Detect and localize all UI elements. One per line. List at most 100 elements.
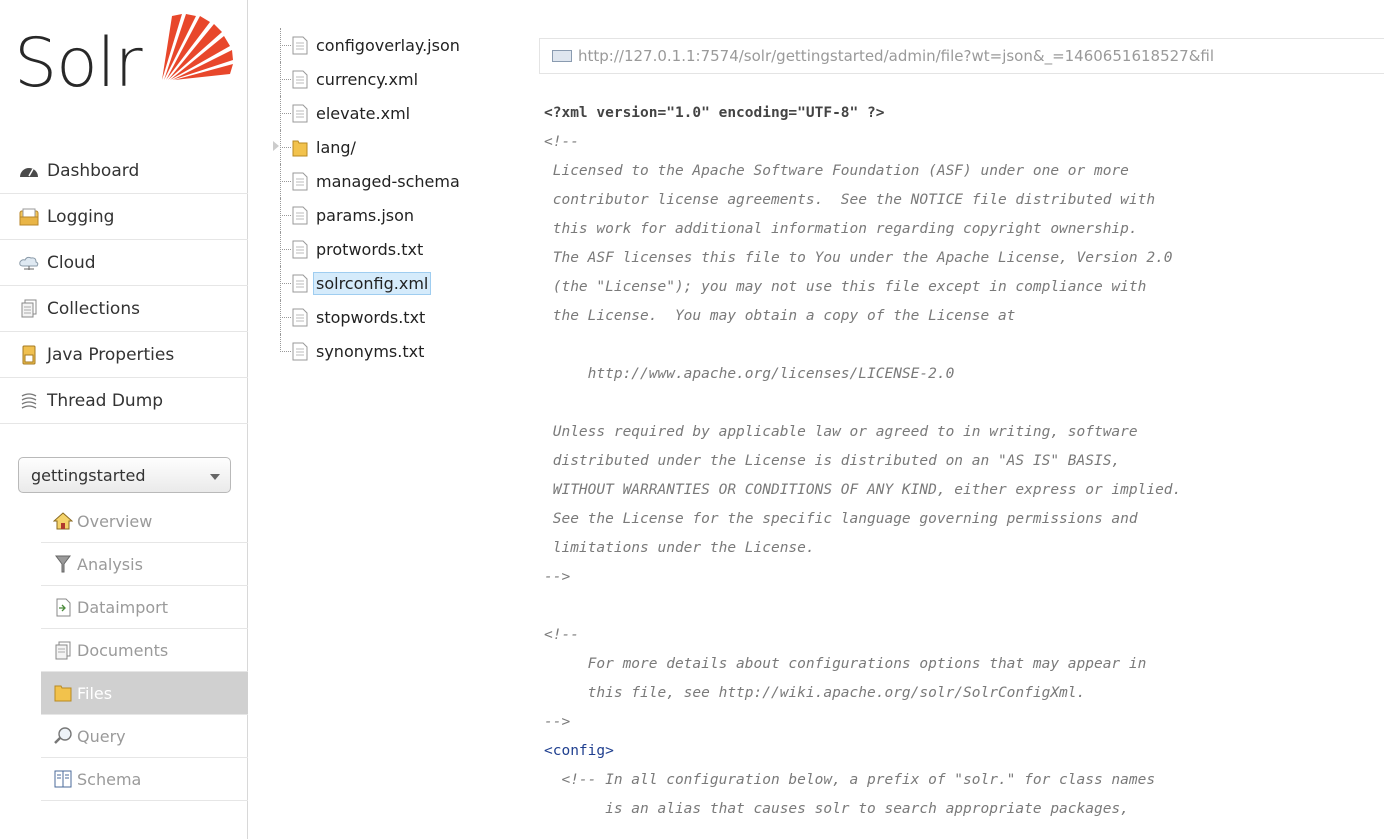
tree-connector: [280, 283, 281, 300]
core-nav-documents[interactable]: Documents: [41, 629, 248, 672]
nav-thread-dump[interactable]: Thread Dump: [0, 378, 248, 424]
tree-item-stopwords[interactable]: stopwords.txt: [270, 300, 510, 334]
file-content-viewer: <?xml version="1.0" encoding="UTF-8" ?> <…: [544, 99, 1374, 824]
nav-logging[interactable]: Logging: [0, 194, 248, 240]
tree-item-label: configoverlay.json: [316, 35, 460, 55]
code-line: <config>: [544, 743, 614, 759]
tree-connector: [280, 130, 291, 148]
tree-item-solrconfig[interactable]: solrconfig.xml: [270, 266, 510, 300]
tree-item-managed-schema[interactable]: managed-schema: [270, 164, 510, 198]
code-line: (the "License"); you may not use this fi…: [544, 279, 1147, 295]
core-nav-schema[interactable]: Schema: [41, 758, 248, 801]
link-icon: [552, 50, 572, 62]
folder-icon: [292, 140, 308, 156]
file-icon: [292, 274, 308, 292]
nav-collections[interactable]: Collections: [0, 286, 248, 332]
code-line: The ASF licenses this file to You under …: [544, 250, 1173, 266]
main-nav: Dashboard Logging Cloud Collections Java…: [0, 148, 248, 424]
tree-item-params[interactable]: params.json: [270, 198, 510, 232]
code-line: See the License for the specific languag…: [544, 511, 1138, 527]
core-nav-files-label: Files: [77, 683, 113, 703]
tree-item-label: managed-schema: [316, 171, 460, 191]
core-selector-dropdown[interactable]: gettingstarted: [18, 457, 231, 493]
file-icon: [292, 342, 308, 360]
core-nav-analysis[interactable]: Analysis: [41, 543, 248, 586]
tree-item-label: params.json: [316, 205, 415, 225]
solr-sunburst-icon: [162, 14, 233, 80]
file-icon: [292, 104, 308, 122]
code-line: this work for additional information reg…: [544, 221, 1138, 237]
schema-icon: [53, 769, 73, 789]
code-line: <!-- In all configuration below, a prefi…: [544, 772, 1156, 788]
tree-connector: [280, 147, 281, 164]
tree-item-synonyms[interactable]: synonyms.txt: [270, 334, 510, 368]
expand-arrow-icon[interactable]: [273, 141, 279, 151]
thread-dump-icon: [19, 391, 39, 411]
tree-item-label: currency.xml: [316, 69, 419, 89]
tree-item-lang-folder[interactable]: lang/: [270, 130, 510, 164]
code-line: contributor license agreements. See the …: [544, 192, 1156, 208]
code-line: distributed under the License is distrib…: [544, 453, 1121, 469]
tree-connector: [280, 266, 291, 284]
code-line: <?xml version="1.0" encoding="UTF-8" ?>: [544, 105, 885, 121]
cloud-icon: [19, 253, 39, 273]
file-icon: [292, 308, 308, 326]
code-line: For more details about configurations op…: [544, 656, 1147, 672]
code-line: Licensed to the Apache Software Foundati…: [544, 163, 1129, 179]
logo-text: Solr: [14, 24, 143, 103]
core-nav-analysis-label: Analysis: [77, 554, 143, 574]
code-line: this file, see http://wiki.apache.org/so…: [544, 685, 1086, 701]
nav-java-properties[interactable]: Java Properties: [0, 332, 248, 378]
core-nav: Overview Analysis Dataimport Documents F…: [41, 500, 248, 801]
core-nav-dataimport-label: Dataimport: [77, 597, 169, 617]
tree-item-label: protwords.txt: [316, 239, 424, 259]
nav-dashboard[interactable]: Dashboard: [0, 148, 248, 194]
dataimport-icon: [53, 597, 73, 617]
tree-connector: [280, 62, 291, 80]
core-selector-value: gettingstarted: [31, 465, 146, 485]
tree-item-protwords[interactable]: protwords.txt: [270, 232, 510, 266]
code-line: the License. You may obtain a copy of th…: [544, 308, 1016, 324]
file-icon: [292, 172, 308, 190]
tree-item-configoverlay[interactable]: configoverlay.json: [270, 28, 510, 62]
tree-connector: [280, 198, 291, 216]
core-nav-query[interactable]: Query: [41, 715, 248, 758]
file-url-link[interactable]: http://127.0.1.1:7574/solr/gettingstarte…: [539, 38, 1384, 74]
code-line: limitations under the License.: [544, 540, 815, 556]
code-line: is an alias that causes solr to search a…: [544, 801, 1129, 817]
nav-cloud[interactable]: Cloud: [0, 240, 248, 286]
code-line: http://www.apache.org/licenses/LICENSE-2…: [544, 366, 955, 382]
code-line: -->: [544, 714, 571, 730]
core-nav-overview-label: Overview: [77, 511, 153, 531]
file-icon: [292, 70, 308, 88]
tree-connector: [280, 164, 291, 182]
tree-connector: [280, 317, 281, 334]
tree-item-label: lang/: [316, 137, 356, 157]
code-line: <!--: [544, 627, 579, 643]
funnel-icon: [53, 554, 73, 574]
nav-dashboard-label: Dashboard: [47, 160, 140, 181]
core-nav-overview[interactable]: Overview: [41, 500, 248, 543]
java-properties-icon: [19, 345, 39, 365]
tree-connector: [280, 79, 281, 96]
core-nav-documents-label: Documents: [77, 640, 169, 660]
tree-item-currency[interactable]: currency.xml: [270, 62, 510, 96]
tree-connector: [280, 334, 291, 352]
code-line: Unless required by applicable law or agr…: [544, 424, 1138, 440]
tree-item-label: synonyms.txt: [316, 341, 425, 361]
tree-connector: [280, 215, 281, 232]
solr-logo[interactable]: Solr: [14, 10, 233, 110]
file-tree: configoverlay.json currency.xml elevate.…: [270, 28, 510, 368]
tree-item-label: stopwords.txt: [316, 307, 426, 327]
core-nav-dataimport[interactable]: Dataimport: [41, 586, 248, 629]
tree-connector: [280, 45, 281, 62]
tree-item-elevate[interactable]: elevate.xml: [270, 96, 510, 130]
dashboard-icon: [19, 161, 39, 181]
core-nav-files[interactable]: Files: [41, 672, 248, 715]
tree-connector: [280, 28, 291, 46]
nav-cloud-label: Cloud: [47, 252, 96, 273]
file-url-text: http://127.0.1.1:7574/solr/gettingstarte…: [578, 47, 1215, 65]
